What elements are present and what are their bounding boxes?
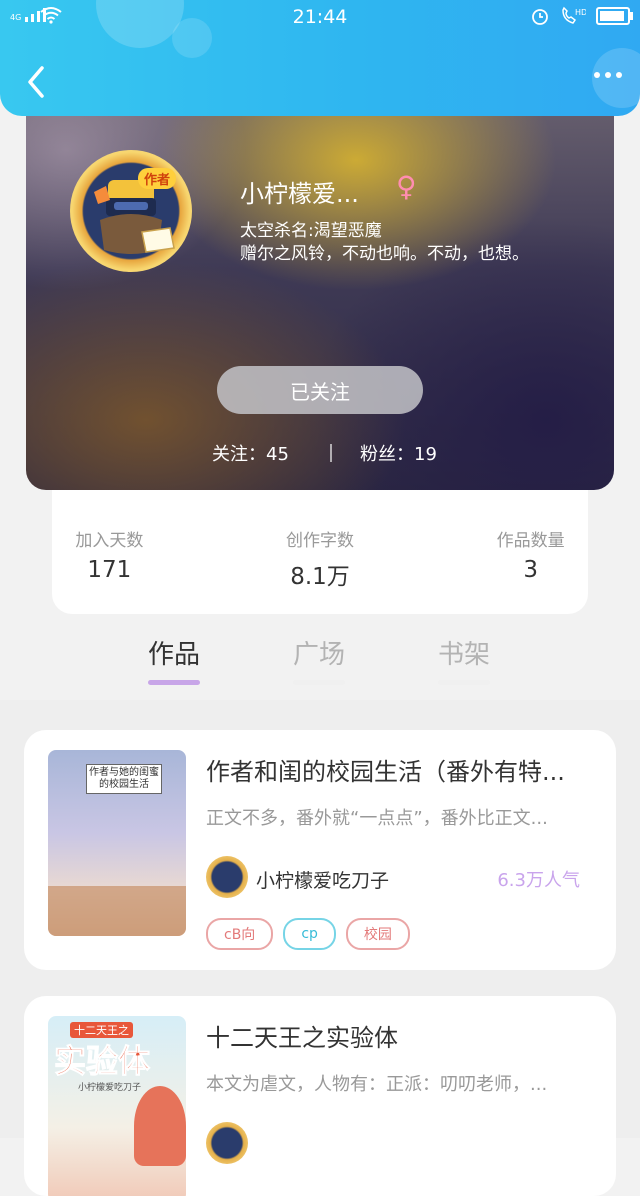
stats-card: 加入天数 171 创作字数 8.1万 作品数量 3 bbox=[52, 480, 588, 614]
author-avatar[interactable] bbox=[206, 856, 248, 898]
tab-label: 广场 bbox=[293, 640, 346, 670]
alarm-icon bbox=[532, 9, 548, 25]
avatar-character-icon bbox=[94, 180, 175, 254]
author-avatar[interactable] bbox=[206, 1122, 248, 1164]
bio-line: 太空杀名:渴望恶魔 bbox=[240, 221, 382, 241]
tab-works[interactable]: 作品 bbox=[148, 634, 201, 685]
avatar[interactable] bbox=[70, 150, 192, 272]
cover-desk-shape bbox=[48, 886, 186, 936]
tab-indicator bbox=[438, 680, 491, 685]
decorative-bubble bbox=[592, 48, 640, 108]
work-tags: cB向 cp 校园 bbox=[206, 918, 410, 950]
tag[interactable]: 校园 bbox=[345, 918, 410, 950]
author-name[interactable]: 小柠檬爱吃刀子 bbox=[256, 866, 389, 893]
work-title[interactable]: 十二天王之实验体 bbox=[206, 1018, 596, 1053]
followed-button[interactable]: 已关注 bbox=[217, 366, 423, 414]
stat-value: 171 bbox=[87, 557, 132, 583]
work-title[interactable]: 作者和闺的校园生活（番外有特... bbox=[206, 752, 596, 787]
author-badge: 作者 bbox=[138, 168, 177, 189]
status-bar: 4G 21:44 HD bbox=[0, 0, 640, 34]
work-cover-image[interactable]: 十二天王之 实验体 小柠檬爱吃刀子 bbox=[48, 1016, 186, 1196]
top-bar: 4G 21:44 HD bbox=[0, 0, 640, 116]
work-author-row bbox=[206, 1122, 598, 1166]
stat-value: 3 bbox=[523, 557, 538, 583]
work-cover-image[interactable]: 作者与她的闺蜜的校园生活 bbox=[48, 750, 186, 936]
svg-text:HD: HD bbox=[575, 8, 586, 17]
more-options-icon[interactable] bbox=[594, 72, 622, 78]
tab-label: 作品 bbox=[148, 640, 201, 670]
following-count[interactable]: 关注：45 bbox=[212, 440, 289, 466]
work-card[interactable]: 十二天王之 实验体 小柠檬爱吃刀子 十二天王之实验体 本文为虐文，人物有：正派：… bbox=[24, 996, 616, 1196]
work-description: 正文不多，番外就“一点点”，番外比正文... bbox=[206, 808, 548, 829]
cover-character-shape bbox=[134, 1086, 186, 1166]
divider bbox=[330, 444, 332, 462]
cover-text: 作者与她的闺蜜的校园生活 bbox=[86, 764, 162, 794]
work-author-row: 小柠檬爱吃刀子 6.3万人气 bbox=[206, 856, 598, 900]
tab-indicator bbox=[293, 680, 346, 685]
tag[interactable]: cB向 bbox=[206, 918, 274, 950]
tab-plaza[interactable]: 广场 bbox=[293, 634, 346, 685]
tab-bar: 作品 广场 书架 bbox=[0, 626, 640, 700]
profile-name: 小柠檬爱... bbox=[240, 180, 359, 208]
stat-label: 作品数量 bbox=[496, 531, 565, 551]
hd-call-icon: HD bbox=[562, 6, 586, 24]
work-description: 本文为虐文，人物有：正派：叨叨老师，... bbox=[206, 1074, 548, 1095]
female-icon: ♀ bbox=[396, 170, 417, 203]
tag[interactable]: cp bbox=[283, 918, 336, 950]
bio-line: 赠尔之风铃，不动也响。不动，也想。 bbox=[240, 244, 529, 264]
cover-author-text: 小柠檬爱吃刀子 bbox=[78, 1083, 142, 1093]
profile-bio: 太空杀名:渴望恶魔 赠尔之风铃，不动也响。不动，也想。 bbox=[240, 220, 529, 266]
stat-label: 加入天数 bbox=[75, 531, 144, 551]
stat-word-count: 创作字数 8.1万 bbox=[215, 480, 426, 614]
profile-header: 作者 小柠檬爱... ♀ 太空杀名:渴望恶魔 赠尔之风铃，不动也响。不动，也想。… bbox=[26, 90, 614, 490]
stat-works-count: 作品数量 3 bbox=[425, 480, 636, 614]
battery-icon bbox=[596, 7, 633, 25]
fans-count[interactable]: 粉丝：19 bbox=[360, 440, 437, 466]
stat-label: 创作字数 bbox=[286, 531, 354, 551]
stat-join-days: 加入天数 171 bbox=[4, 480, 215, 614]
popularity-count: 6.3万人气 bbox=[497, 870, 580, 891]
back-arrow-icon[interactable] bbox=[18, 60, 58, 104]
cover-title-text: 实验体 bbox=[53, 1042, 151, 1081]
tab-label: 书架 bbox=[438, 640, 491, 670]
stat-value: 8.1万 bbox=[290, 564, 350, 590]
work-card[interactable]: 作者与她的闺蜜的校园生活 作者和闺的校园生活（番外有特... 正文不多，番外就“… bbox=[24, 730, 616, 970]
tab-indicator bbox=[148, 680, 201, 685]
tab-bookshelf[interactable]: 书架 bbox=[438, 634, 491, 685]
